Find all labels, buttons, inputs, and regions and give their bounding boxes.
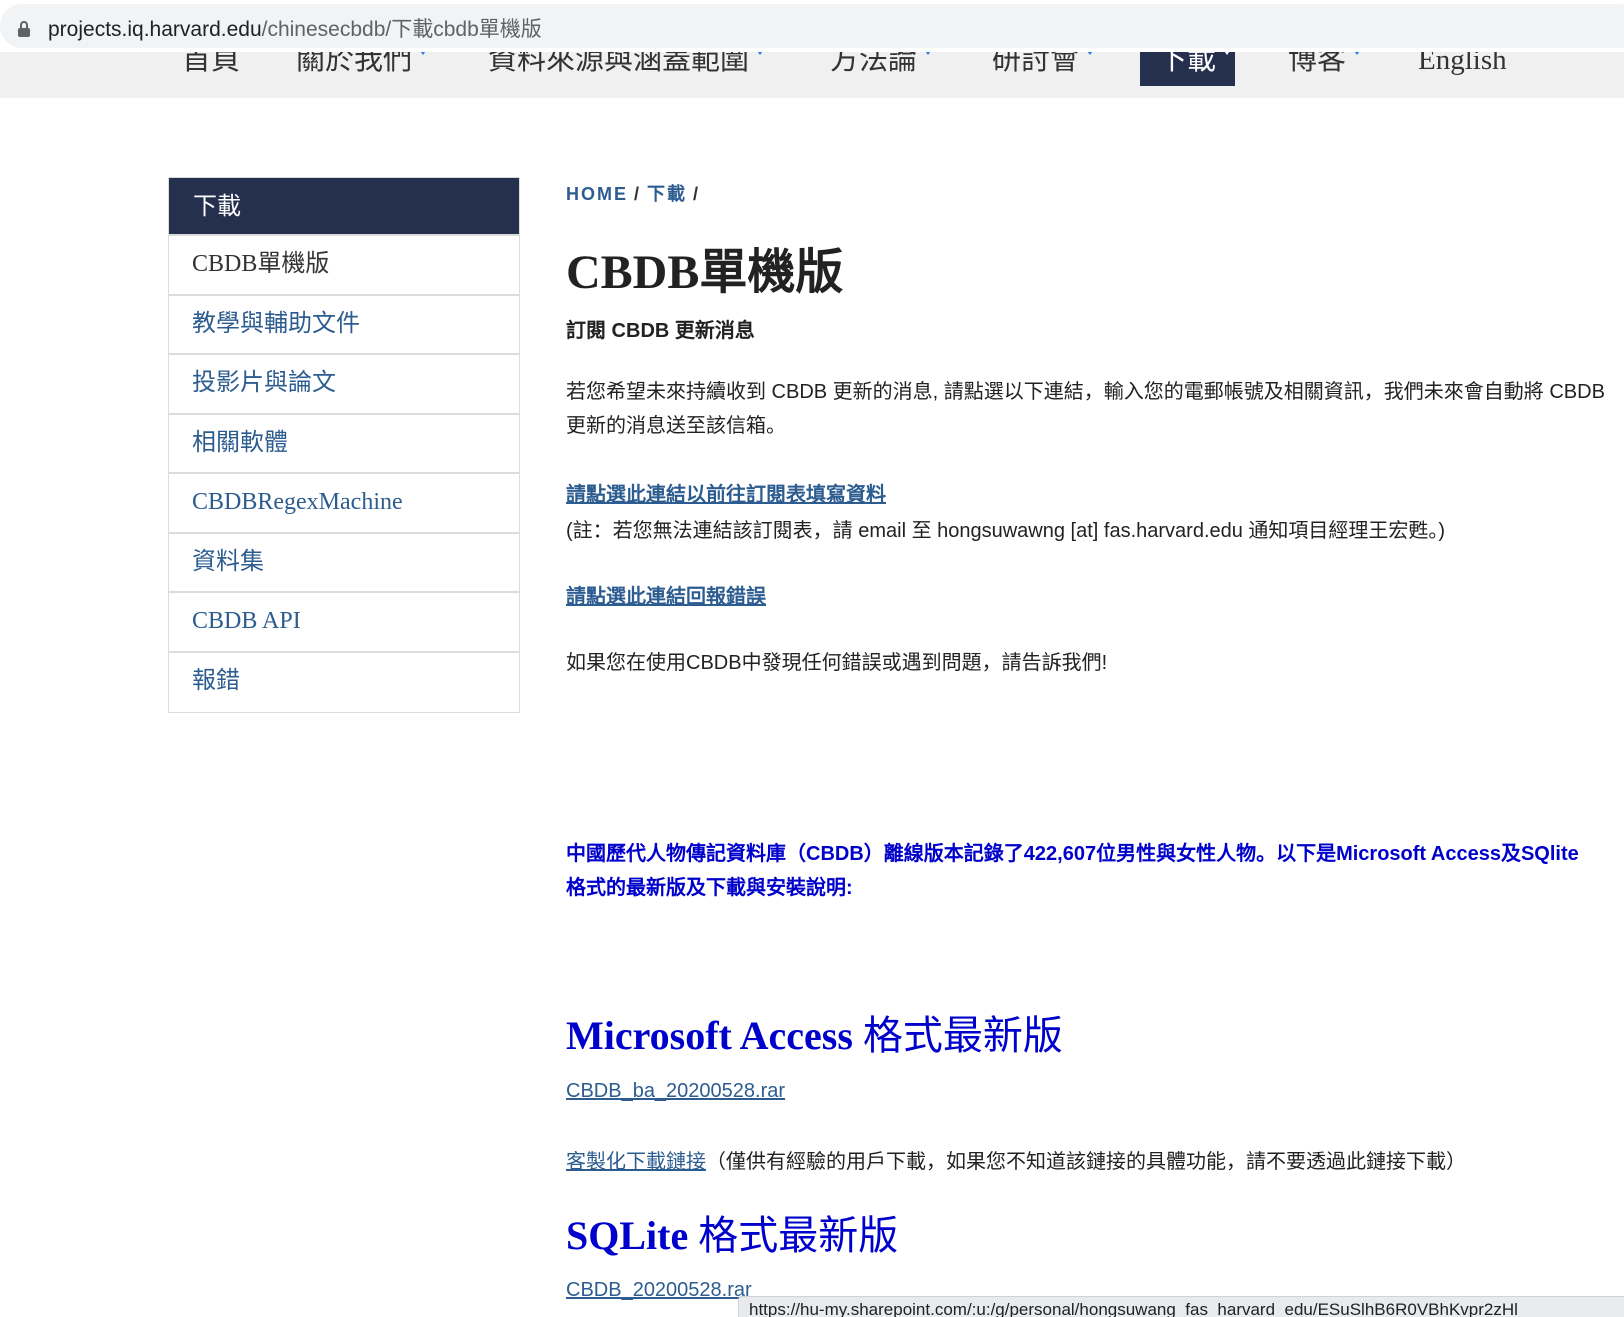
caret-down-icon [1222, 52, 1233, 55]
sidebar-item-report-error[interactable]: 報錯 [169, 653, 519, 713]
subscribe-text: 若您希望未來持續收到 CBDB 更新的消息, 請點選以下連結，輸入您的電郵帳號及… [566, 381, 1605, 437]
access-file-link[interactable]: CBDB_ba_20200528.rar [566, 1080, 785, 1103]
caret-down-icon [418, 52, 429, 55]
link-status-bar: https://hu-my.sharepoint.com/:u:/g/perso… [738, 1296, 1624, 1317]
top-navigation: 首頁 關於我們 資料來源與涵蓋範圍 方法論 研討會 下載 博客 English [0, 52, 1624, 98]
lock-icon[interactable] [18, 21, 30, 37]
sidebar-item-api[interactable]: CBDB API [169, 593, 519, 653]
nav-item-workshops[interactable]: 研討會 [992, 52, 1096, 80]
nav-item-methodology[interactable]: 方法論 [830, 52, 934, 80]
subscribe-link[interactable]: 請點選此連結以前往訂閱表填寫資料 [566, 478, 886, 507]
breadcrumb-home[interactable]: HOME [566, 184, 628, 204]
database-intro: 中國歷代人物傳記資料庫（CBDB）離線版本記錄了422,607位男性與女性人物。… [566, 843, 1579, 899]
page-title: CBDB單機版 [566, 246, 844, 299]
caret-down-icon [755, 52, 766, 55]
sidebar-item-regex-machine[interactable]: CBDBRegexMachine [169, 474, 519, 534]
report-error-link[interactable]: 請點選此連結回報錯誤 [566, 580, 766, 609]
sidebar-item-tutorials[interactable]: 教學與輔助文件 [169, 296, 519, 355]
caret-down-icon [1085, 52, 1096, 55]
nav-item-english[interactable]: English [1418, 52, 1507, 80]
sidebar-menu: 下載 CBDB單機版 教學與輔助文件 投影片與論文 相關軟體 CBDBRegex… [168, 177, 520, 713]
sqlite-heading: SQLite 格式最新版 [566, 1213, 899, 1258]
breadcrumb: HOME / 下載 / [566, 184, 701, 204]
sqlite-file-link[interactable]: CBDB_20200528.rar [566, 1279, 752, 1302]
subscribe-heading: 訂閱 CBDB 更新消息 [566, 320, 755, 342]
nav-item-download[interactable]: 下載 [1140, 52, 1235, 86]
access-heading: Microsoft Access 格式最新版 [566, 1013, 1063, 1058]
sidebar-item-related-software[interactable]: 相關軟體 [169, 415, 519, 474]
breadcrumb-download[interactable]: 下載 [647, 184, 687, 204]
custom-download-line: 客製化下載鏈接（僅供有經驗的用戶下載，如果您不知道該鏈接的具體功能，請不要透過此… [566, 1151, 1466, 1173]
sidebar-item-slides-papers[interactable]: 投影片與論文 [169, 355, 519, 415]
browser-address-bar: projects.iq.harvard.edu/chinesecbdb/下載cb… [0, 0, 1624, 52]
sidebar-item-datasets[interactable]: 資料集 [169, 534, 519, 593]
nav-item-sources[interactable]: 資料來源與涵蓋範圍 [488, 52, 766, 80]
custom-download-link[interactable]: 客製化下載鏈接 [566, 1151, 706, 1173]
report-text: 如果您在使用CBDB中發現任何錯誤或遇到問題，請告訴我們! [566, 652, 1108, 674]
url-field[interactable]: projects.iq.harvard.edu/chinesecbdb/下載cb… [0, 4, 1624, 48]
caret-down-icon [923, 52, 934, 55]
url-text[interactable]: projects.iq.harvard.edu/chinesecbdb/下載cb… [48, 17, 542, 43]
caret-down-icon [1352, 52, 1363, 55]
nav-item-about[interactable]: 關於我們 [296, 52, 429, 80]
nav-item-home[interactable]: 首頁 [182, 52, 240, 80]
sidebar-item-standalone[interactable]: CBDB單機版 [169, 236, 519, 296]
sidebar-heading[interactable]: 下載 [169, 178, 519, 236]
subscribe-note: (註：若您無法連結該訂閱表，請 email 至 hongsuwawng [at]… [566, 520, 1446, 542]
nav-item-blog[interactable]: 博客 [1288, 52, 1363, 80]
